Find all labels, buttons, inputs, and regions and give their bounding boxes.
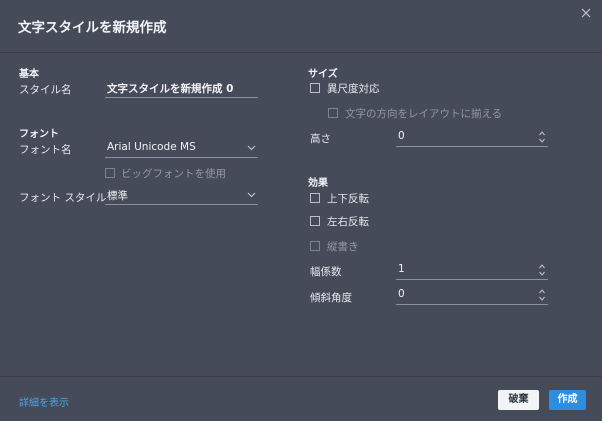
new-text-style-dialog: 文字スタイルを新規作成 基本 スタイル名 文字スタイルを新規作成 0 フォント … [0,0,602,420]
font-style-value: 標準 [107,190,128,202]
vertical-checkbox[interactable] [310,241,320,251]
close-icon[interactable] [579,6,593,20]
backwards-checkbox[interactable] [310,216,320,226]
font-style-label: フォント スタイル [19,192,107,204]
font-name-value: Arial Unicode MS [107,141,196,153]
spinner-icon[interactable] [539,288,545,302]
spinner-icon[interactable] [539,263,545,277]
annotative-checkbox[interactable] [310,83,320,93]
oblique-angle-label: 傾斜角度 [310,292,352,304]
vertical-label: 縦書き [327,241,359,253]
upside-down-checkbox[interactable] [310,193,320,203]
width-factor-value: 1 [398,263,405,275]
width-factor-input[interactable]: 1 [396,261,548,280]
font-name-label: フォント名 [19,144,72,156]
create-button[interactable]: 作成 [549,390,586,410]
chevron-down-icon [247,192,256,198]
font-style-select[interactable]: 標準 [105,186,258,205]
bigfont-checkbox[interactable] [105,168,115,178]
dialog-title: 文字スタイルを新規作成 [18,20,167,36]
font-section-header: フォント [19,129,59,140]
height-label: 高さ [310,133,331,145]
dialog-footer: 詳細を表示 破棄 作成 [0,376,602,421]
cancel-button[interactable]: 破棄 [498,390,539,410]
font-name-select[interactable]: Arial Unicode MS [105,139,258,158]
oblique-angle-value: 0 [398,288,405,300]
style-name-value: 文字スタイルを新規作成 0 [107,83,234,95]
basic-section-header: 基本 [19,69,39,80]
backwards-label: 左右反転 [327,216,369,228]
spinner-icon[interactable] [539,130,545,144]
style-name-label: スタイル名 [19,84,72,96]
annotative-label: 異尺度対応 [327,83,380,95]
match-orientation-label: 文字の方向をレイアウトに揃える [345,108,503,120]
width-factor-label: 幅係数 [310,266,342,278]
match-orientation-checkbox[interactable] [328,108,338,118]
bigfont-label: ビッグフォントを使用 [121,168,226,180]
size-section-header: サイズ [308,69,338,80]
effects-section-header: 効果 [308,178,328,189]
style-name-input[interactable]: 文字スタイルを新規作成 0 [105,79,258,98]
oblique-angle-input[interactable]: 0 [396,286,548,305]
chevron-down-icon [247,145,256,151]
upside-down-label: 上下反転 [327,193,369,205]
height-value: 0 [398,130,405,142]
dialog-header: 文字スタイルを新規作成 [0,0,602,53]
height-input[interactable]: 0 [396,128,548,147]
show-details-link[interactable]: 詳細を表示 [19,394,69,409]
